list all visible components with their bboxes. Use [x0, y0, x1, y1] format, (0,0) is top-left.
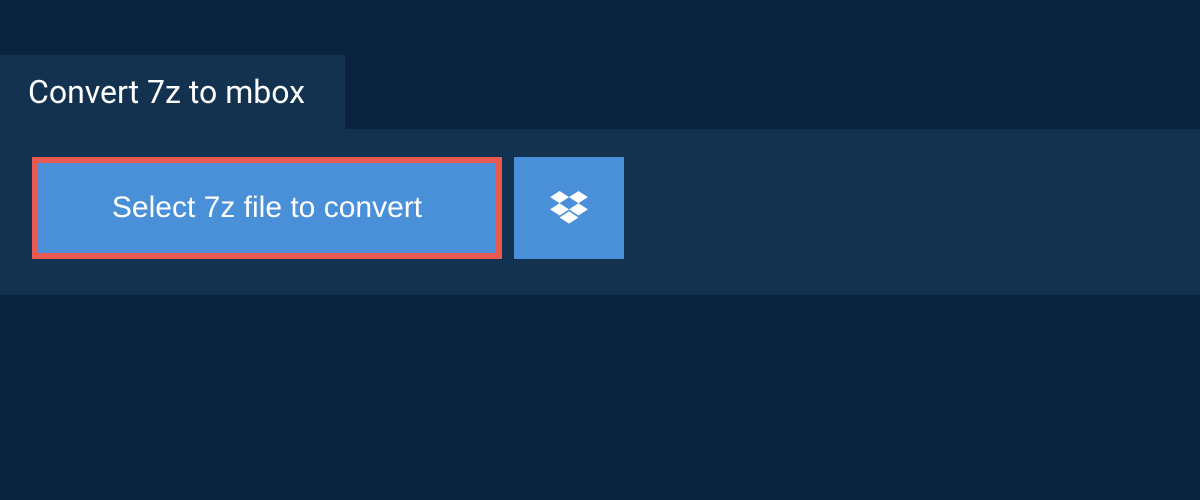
- button-row: Select 7z file to convert: [32, 157, 1168, 259]
- select-file-label: Select 7z file to convert: [112, 191, 422, 225]
- dropbox-icon: [550, 191, 588, 225]
- tab-header: Convert 7z to mbox: [0, 55, 345, 129]
- dropbox-button[interactable]: [514, 157, 624, 259]
- select-file-button[interactable]: Select 7z file to convert: [32, 157, 502, 259]
- main-panel: Select 7z file to convert: [0, 129, 1200, 295]
- page-title: Convert 7z to mbox: [28, 73, 305, 111]
